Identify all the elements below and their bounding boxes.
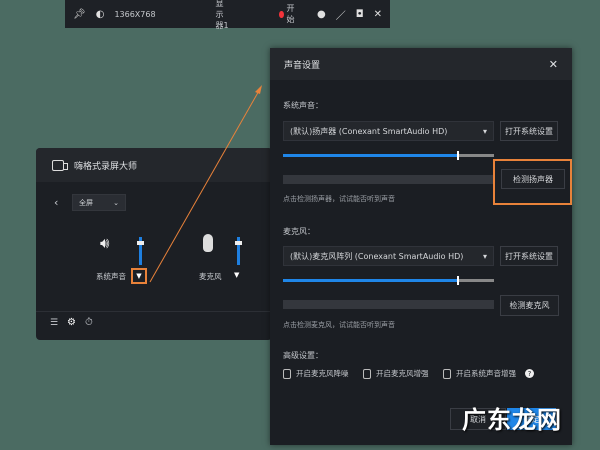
arrow-line [149,88,261,283]
arrow-head [255,85,262,94]
annotation-arrow [149,85,262,283]
